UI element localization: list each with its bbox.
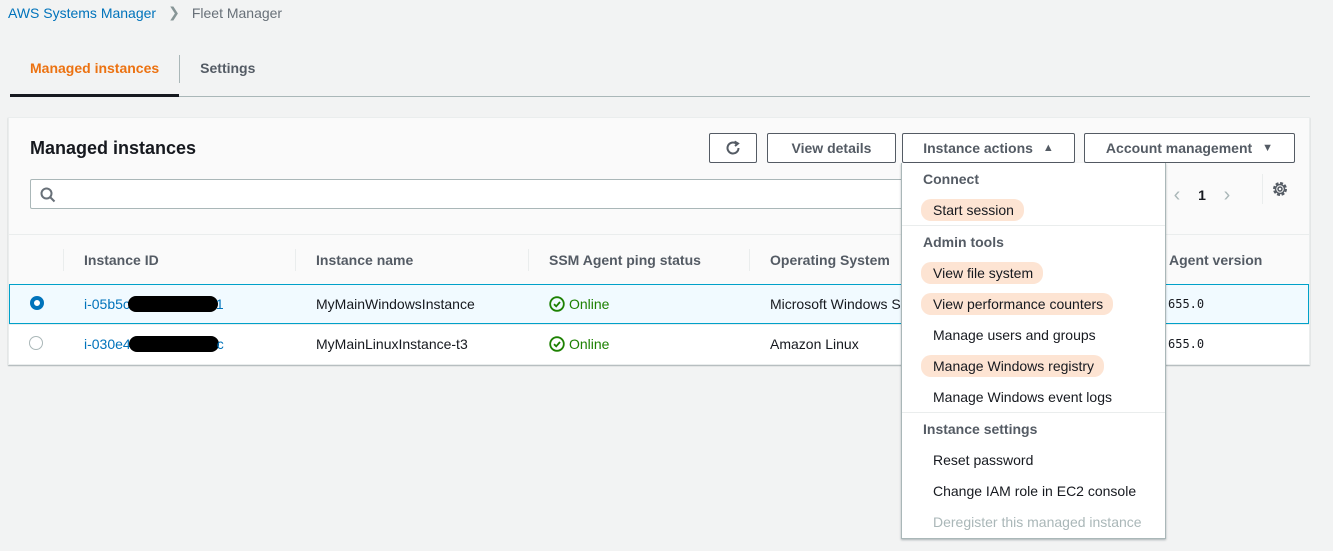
- menu-item-manage-windows-registry[interactable]: Manage Windows registry: [902, 350, 1165, 381]
- view-details-button[interactable]: View details: [767, 133, 896, 163]
- redaction: [128, 336, 219, 352]
- menu-item-reset-password[interactable]: Reset password: [902, 444, 1165, 475]
- instance-id-link[interactable]: i-05b5c 1: [84, 285, 224, 323]
- menu-item-label: Manage Windows event logs: [933, 388, 1112, 405]
- menu-item-label: Manage users and groups: [933, 326, 1096, 343]
- menu-heading: Connect: [923, 170, 979, 187]
- column-divider: [295, 249, 296, 271]
- column-header-instance-name[interactable]: Instance name: [316, 235, 413, 285]
- ping-status: Online: [549, 325, 609, 363]
- tab-bar: Managed instances Settings: [10, 40, 1310, 97]
- instance-id-suffix: c: [216, 336, 224, 352]
- menu-item-label: View performance counters: [920, 292, 1114, 315]
- instance-actions-menu: Connect Start session Admin tools View f…: [901, 163, 1166, 539]
- ping-status: Online: [549, 285, 609, 323]
- column-header-operating-system[interactable]: Operating System: [770, 235, 890, 285]
- view-details-label: View details: [791, 140, 872, 156]
- column-header-instance-id[interactable]: Instance ID: [84, 235, 159, 285]
- gear-icon[interactable]: [1271, 180, 1289, 198]
- agent-version: 655.0: [1168, 297, 1205, 311]
- menu-item-label: Manage Windows registry: [920, 354, 1105, 377]
- menu-item-label: Deregister this managed instance: [933, 513, 1142, 530]
- menu-item-label: View file system: [920, 261, 1044, 284]
- agent-version: 655.0: [1168, 337, 1205, 351]
- breadcrumb: AWS Systems Manager ❯ Fleet Manager: [8, 4, 282, 21]
- column-header-ping-status[interactable]: SSM Agent ping status: [549, 235, 701, 285]
- account-management-label: Account management: [1105, 140, 1253, 156]
- instance-id-prefix: i-05b5c: [84, 296, 130, 312]
- menu-group-instance-settings: Instance settings Reset password Change …: [902, 413, 1165, 537]
- instance-name: MyMainWindowsInstance: [316, 296, 475, 312]
- chevron-right-icon: ❯: [168, 4, 180, 20]
- column-divider: [63, 249, 64, 271]
- instance-name: MyMainLinuxInstance-t3: [316, 336, 468, 352]
- menu-item-view-performance-counters[interactable]: View performance counters: [902, 288, 1165, 319]
- operating-system: Amazon Linux: [770, 336, 859, 352]
- search-input[interactable]: [30, 179, 910, 209]
- row-radio[interactable]: [29, 336, 43, 350]
- search-icon: [40, 187, 56, 203]
- menu-item-label: Start session: [921, 198, 1024, 221]
- menu-item-label: Change IAM role in EC2 console: [933, 482, 1137, 499]
- row-radio[interactable]: [30, 296, 44, 310]
- menu-heading: Admin tools: [923, 233, 1004, 250]
- menu-item-deregister-instance: Deregister this managed instance: [902, 506, 1165, 537]
- caret-up-icon: ▲: [1042, 142, 1054, 154]
- menu-heading: Instance settings: [923, 420, 1038, 437]
- instance-id-suffix: 1: [215, 296, 224, 312]
- refresh-button[interactable]: [709, 133, 757, 163]
- menu-item-label: Reset password: [933, 451, 1034, 468]
- instance-id-prefix: i-030e4: [84, 336, 131, 352]
- redaction: [127, 296, 218, 312]
- panel-title: Managed instances: [30, 138, 197, 158]
- instance-actions-label: Instance actions: [923, 140, 1033, 156]
- column-header-agent-version[interactable]: Agent version: [1169, 235, 1262, 285]
- breadcrumb-fleet-manager: Fleet Manager: [191, 4, 283, 21]
- menu-item-view-file-system[interactable]: View file system: [902, 257, 1165, 288]
- tab-managed-instances[interactable]: Managed instances: [10, 40, 180, 97]
- status-text: Online: [569, 296, 610, 312]
- menu-group-admin-tools: Admin tools View file system View perfor…: [902, 226, 1165, 413]
- prev-page-icon[interactable]: ‹: [1167, 184, 1187, 207]
- caret-down-icon: ▼: [1262, 142, 1274, 154]
- account-management-button[interactable]: Account management ▼: [1084, 133, 1295, 163]
- instance-id-link[interactable]: i-030e4 c: [84, 325, 224, 363]
- tab-settings[interactable]: Settings: [180, 40, 275, 96]
- menu-item-start-session[interactable]: Start session: [902, 194, 1165, 225]
- next-page-icon[interactable]: ›: [1217, 184, 1237, 207]
- refresh-icon: [726, 140, 740, 155]
- breadcrumb-systems-manager[interactable]: AWS Systems Manager: [8, 5, 156, 21]
- menu-item-change-iam-role[interactable]: Change IAM role in EC2 console: [902, 475, 1165, 506]
- pagination: ‹ 1 ›: [1167, 180, 1237, 210]
- check-circle-icon: [549, 336, 565, 352]
- column-divider: [749, 249, 750, 271]
- column-divider: [528, 249, 529, 271]
- check-circle-icon: [549, 296, 565, 312]
- status-text: Online: [569, 336, 610, 352]
- pagination-divider: [1262, 174, 1263, 204]
- menu-item-manage-users-and-groups[interactable]: Manage users and groups: [902, 319, 1165, 350]
- menu-item-manage-windows-event-logs[interactable]: Manage Windows event logs: [902, 381, 1165, 412]
- page-number[interactable]: 1: [1187, 187, 1217, 203]
- operating-system: Microsoft Windows S: [770, 296, 901, 312]
- menu-group-connect: Connect Start session: [902, 163, 1165, 226]
- instance-actions-button[interactable]: Instance actions ▲: [902, 133, 1075, 163]
